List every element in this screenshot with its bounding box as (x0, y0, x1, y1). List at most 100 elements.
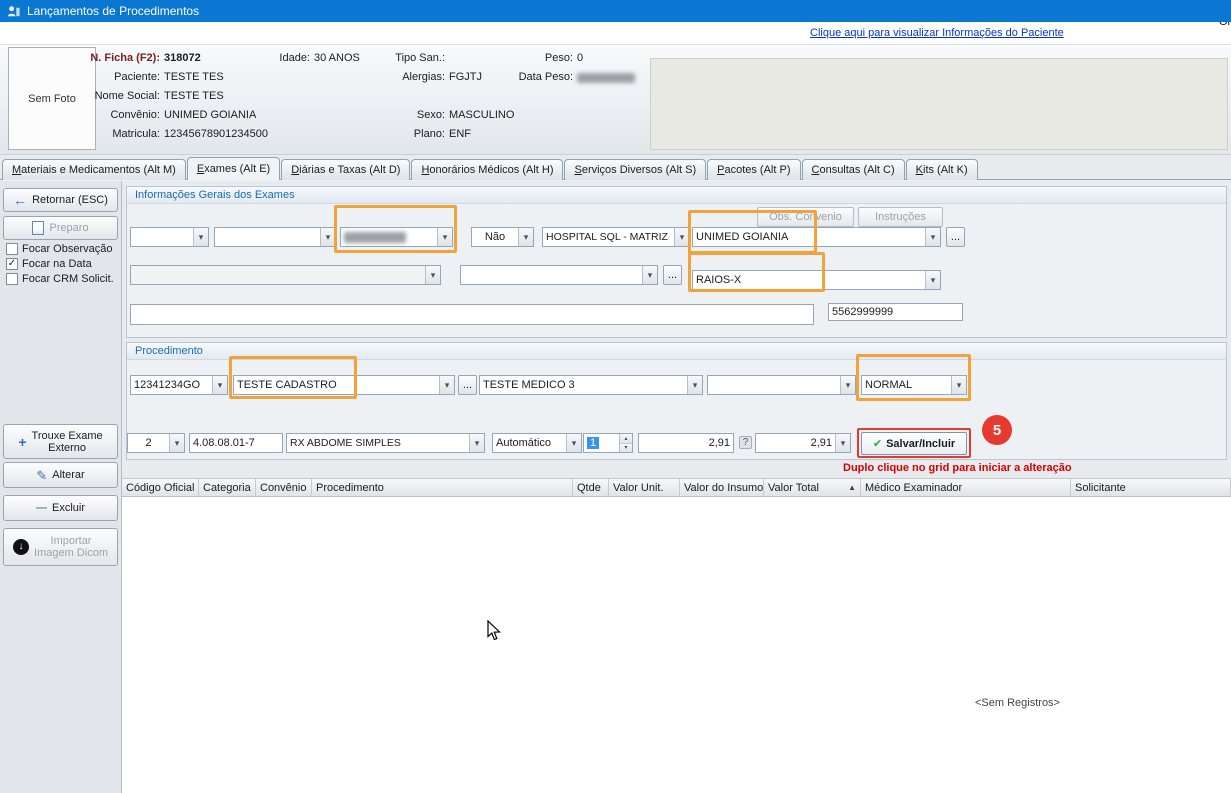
crm-solicitante-select[interactable]: 12341234GO▾ (130, 375, 228, 395)
grupo-lancamento-select[interactable]: ▾ (707, 375, 856, 395)
tab-pacotes[interactable]: Pacotes (Alt P) (707, 159, 800, 180)
peso-label: Peso: (495, 52, 573, 64)
nome-social-value: TESTE TES (164, 90, 224, 102)
instrucoes-button[interactable]: Instruções (858, 207, 943, 227)
categoria-select[interactable]: RAIOS-X▾ (692, 270, 941, 290)
column-header-solicitante[interactable]: Solicitante (1071, 479, 1231, 496)
codigo-oficial-input[interactable]: 4.08.08.01-7 (189, 433, 283, 453)
alergias-label: Alergias: (365, 71, 445, 83)
column-header-qtde[interactable]: Qtde (573, 479, 609, 496)
prestador-select[interactable]: ▾ (130, 265, 441, 285)
horario-especial-select[interactable]: Não▾ (471, 227, 534, 247)
tab-servicos[interactable]: Serviços Diversos (Alt S) (564, 159, 706, 180)
focar-observacao-checkbox[interactable]: Focar Observação (6, 243, 112, 255)
patient-header: Sem Foto N. Ficha (F2): 318072 Paciente:… (0, 45, 1231, 155)
convenio-browse-button[interactable]: ... (946, 227, 965, 247)
chevron-down-icon: ▾ (835, 434, 850, 452)
tab-materiais[interactable]: Materiais e Medicamentos (Alt M) (2, 159, 186, 180)
green-check-icon: ✔ (873, 437, 882, 450)
ficha-value: 318072 (164, 52, 201, 64)
trouxe-exame-externo-button[interactable]: + Trouxe ExameExterno (3, 424, 118, 459)
tab-diarias[interactable]: Diárias e Taxas (Alt D) (281, 159, 410, 180)
focar-crm-checkbox[interactable]: Focar CRM Solicit. (6, 273, 114, 285)
procedimento-select[interactable]: RX ABDOME SIMPLES▾ (286, 433, 485, 453)
tab-consultas[interactable]: Consultas (Alt C) (802, 159, 905, 180)
data-ult-select[interactable]: ▾ (214, 227, 336, 247)
sms-number-input[interactable]: 5562999999 (828, 303, 963, 321)
solicitante-select[interactable]: TESTE CADASTRO▾ (233, 375, 455, 395)
origem-select[interactable]: ▾ (460, 265, 658, 285)
salvar-incluir-button[interactable]: ✔ Salvar/Incluir (861, 432, 967, 455)
data-exame-select[interactable]: ▾ (340, 227, 453, 247)
procedimento-group-title: Procedimento (127, 343, 1226, 360)
app-window: Lançamentos de Procedimentos Clique aqui… (0, 0, 1231, 793)
idade-label: Idade: (240, 52, 310, 64)
chevron-down-icon: ▾ (469, 434, 484, 452)
pacote-select[interactable]: ▾ (130, 227, 209, 247)
patient-info-link[interactable]: Clique aqui para visualizar Informações … (810, 27, 1064, 39)
alergias-value: FGJTJ (449, 71, 482, 83)
solicitante-browse-button[interactable]: ... (458, 375, 477, 395)
convenio-value: UNIMED GOIANIA (164, 109, 256, 121)
patient-side-panel (650, 58, 1228, 150)
procedures-grid[interactable] (122, 497, 1231, 793)
tab-honorarios[interactable]: Honorários Médicos (Alt H) (411, 159, 563, 180)
valor-total-field[interactable]: 2,91▾ (755, 433, 851, 453)
data-exame-redacted-value (344, 232, 406, 243)
plano-value: ENF (449, 128, 471, 140)
tab-bar: Materiais e Medicamentos (Alt M) Exames … (2, 157, 978, 180)
column-header-valor-total[interactable]: Valor Total ▲ (764, 479, 861, 496)
mouse-cursor (487, 620, 501, 641)
chevron-down-icon: ▾ (925, 271, 940, 289)
retornar-button[interactable]: ← Retornar (ESC) (3, 188, 118, 212)
column-header-categoria[interactable]: Categoria (199, 479, 256, 496)
column-header-valor-unit[interactable]: Valor Unit. (609, 479, 680, 496)
column-header-procedimento[interactable]: Procedimento (312, 479, 573, 496)
preparo-button[interactable]: Preparo (3, 216, 118, 240)
chevron-down-icon: ▾ (687, 376, 702, 394)
obs-convenio-button[interactable]: Obs. Convenio (757, 207, 854, 227)
sort-asc-icon: ▲ (845, 483, 856, 492)
data-peso-redacted-value (577, 73, 635, 83)
qtde-stepper[interactable]: 1 ▴ ▾ (583, 433, 633, 453)
column-header-medico[interactable]: Médico Examinador (861, 479, 1071, 496)
lancar-insumo-select[interactable]: Automático▾ (492, 433, 582, 453)
importar-dicom-button[interactable]: ↓ ImportarImagem Dicom (3, 528, 118, 566)
unidade-select[interactable]: HOSPITAL SQL - MATRIZ▾ (542, 227, 690, 247)
chevron-down-icon: ▾ (169, 434, 184, 452)
idade-value: 30 ANOS (314, 52, 360, 64)
ficha-label: N. Ficha (F2): (40, 52, 160, 64)
valor-unit-input[interactable]: 2,91 (638, 433, 734, 453)
tab-exames[interactable]: Exames (Alt E) (187, 157, 280, 180)
sexo-label: Sexo: (365, 109, 445, 121)
checkbox-box (6, 243, 18, 255)
spin-up-icon[interactable]: ▴ (620, 434, 632, 444)
sidebar: ← Retornar (ESC) Preparo Focar Observaçã… (0, 181, 122, 793)
empty-grid-text: <Sem Registros> (975, 697, 1060, 709)
chevron-down-icon: ▾ (439, 376, 454, 394)
help-icon[interactable]: ? (739, 436, 752, 449)
spin-buttons[interactable]: ▴ ▾ (619, 434, 632, 452)
origem-browse-button[interactable]: ... (663, 265, 682, 285)
convenio-select[interactable]: UNIMED GOIANIA▾ (692, 227, 941, 247)
plus-icon: + (18, 435, 26, 449)
chevron-down-icon: ▾ (951, 376, 966, 394)
alterar-button[interactable]: ✎ Alterar (3, 462, 118, 488)
column-header-codigo-oficial[interactable]: Código Oficial (122, 479, 199, 496)
codigo-proc-select[interactable]: 2▾ (127, 433, 185, 453)
medico-examinador-select[interactable]: TESTE MEDICO 3▾ (479, 375, 703, 395)
chevron-down-icon: ▾ (518, 228, 533, 246)
checkbox-box (6, 273, 18, 285)
excluir-button[interactable]: — Excluir (3, 495, 118, 521)
chevron-down-icon: ▾ (925, 228, 940, 246)
app-icon (6, 4, 21, 19)
chevron-down-icon: ▾ (437, 228, 452, 246)
observacao-input[interactable] (130, 304, 814, 325)
tab-kits[interactable]: Kits (Alt K) (906, 159, 978, 180)
column-header-convenio[interactable]: Convênio (256, 479, 312, 496)
column-header-valor-insumo[interactable]: Valor do Insumo (680, 479, 764, 496)
focar-na-data-checkbox[interactable]: ✓ Focar na Data (6, 258, 92, 270)
prioridade-select[interactable]: NORMAL▾ (861, 375, 967, 395)
spin-down-icon[interactable]: ▾ (620, 444, 632, 453)
form-icon (32, 221, 44, 235)
